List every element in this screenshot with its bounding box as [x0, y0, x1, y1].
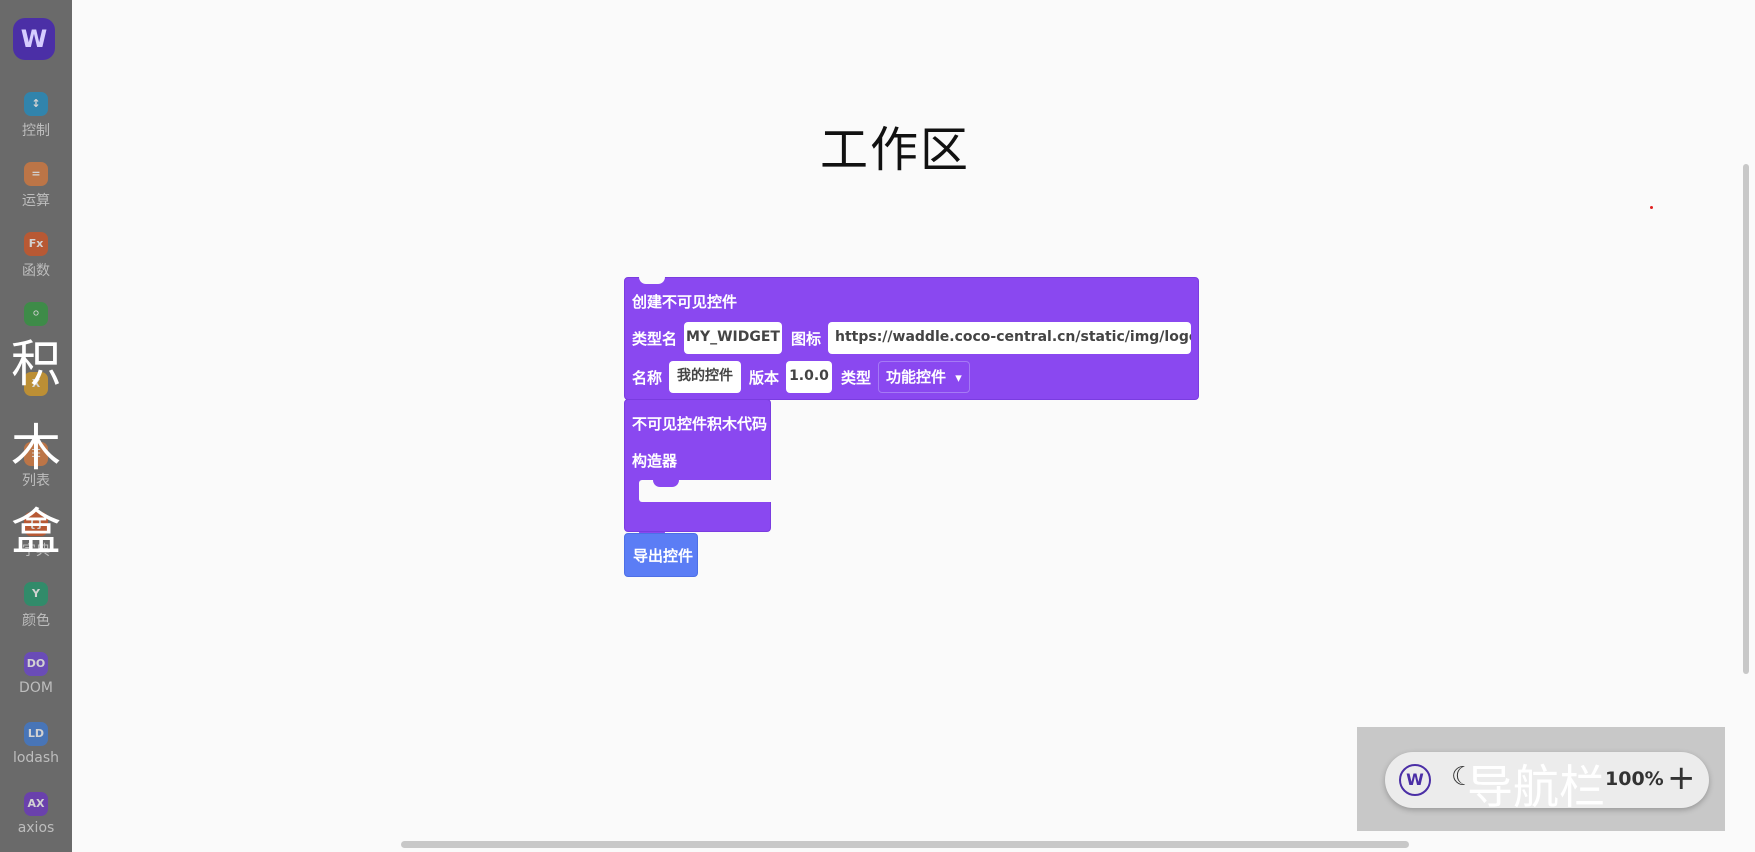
export-widget-label: 导出控件 — [633, 547, 694, 565]
widget-code-label: 不可见控件积木代码 — [632, 415, 768, 433]
navbar-overlay-label: 导航栏 — [1467, 760, 1605, 814]
category-item[interactable]: ↕ 控制 — [0, 92, 72, 152]
control-icon: ↕ — [24, 92, 48, 116]
category-item[interactable]: Y 颜色 — [0, 582, 72, 642]
app-logo[interactable]: W — [13, 18, 55, 60]
axios-icon: AX — [24, 792, 48, 816]
block-box-sidebar: W ↕ 控制 = 运算 Fx 函数 ⚪ X ☰ 列表{} 字典 Y 颜色 DO DOM LD lodash AX a… — [0, 0, 72, 852]
category-item[interactable]: Fx 函数 — [0, 232, 72, 292]
constructor-statement-slot[interactable] — [639, 480, 771, 502]
chevron-down-icon: ▾ — [955, 371, 962, 386]
lodash-icon: LD — [24, 722, 48, 746]
type-name-label: 类型名 — [632, 330, 678, 348]
category-item[interactable]: = 运算 — [0, 162, 72, 222]
create-widget-block[interactable]: 创建不可见控件 类型名 MY_WIDGET 图标 https://waddle.… — [624, 277, 1199, 400]
slot-notch — [653, 480, 679, 487]
type-name-field[interactable]: MY_WIDGET — [684, 322, 782, 354]
category-item[interactable]: AX axios — [0, 792, 72, 852]
category-label: 函数 — [22, 263, 50, 279]
navigation-bar-area: W ☾ − 100% + 导航栏 — [1357, 727, 1725, 831]
name-label: 名称 — [632, 369, 663, 387]
vertical-scrollbar[interactable] — [1743, 164, 1749, 674]
category-label: 颜色 — [22, 613, 50, 629]
category-item[interactable]: LD lodash — [0, 722, 72, 782]
sidebar-overlay-label: 积木盒 — [11, 335, 61, 561]
category-dropdown[interactable]: 功能控件 ▾ — [878, 361, 970, 393]
widget-code-block[interactable]: 不可见控件积木代码 构造器 — [624, 399, 771, 539]
color-icon: Y — [24, 582, 48, 606]
category-label: axios — [17, 820, 55, 836]
create-widget-header: 创建不可见控件 — [632, 293, 738, 311]
export-widget-block[interactable]: 导出控件 — [624, 533, 698, 577]
constructor-label: 构造器 — [632, 452, 678, 470]
zoom-level: 100% — [1605, 768, 1664, 790]
dom-icon: DO — [24, 652, 48, 676]
category-label: 类型 — [841, 369, 872, 387]
icon-url-field[interactable]: https://waddle.coco-central.cn/static/im… — [828, 322, 1191, 354]
icon-label: 图标 — [791, 330, 822, 348]
block-top-notch — [639, 277, 665, 284]
category-label: lodash — [12, 750, 60, 766]
category-label: 运算 — [22, 193, 50, 209]
nav-logo-icon[interactable]: W — [1399, 764, 1431, 796]
name-field[interactable]: 我的控件 — [669, 361, 741, 393]
category-label: 控制 — [22, 123, 50, 139]
category-dropdown-value: 功能控件 — [886, 368, 947, 386]
version-field[interactable]: 1.0.0 — [786, 361, 832, 393]
horizontal-scrollbar[interactable] — [401, 841, 1409, 848]
category-item[interactable]: DO DOM — [0, 652, 72, 712]
operator-icon: = — [24, 162, 48, 186]
workspace-title: 工作区 — [820, 122, 971, 178]
zoom-in-icon[interactable]: + — [1667, 758, 1696, 798]
cursor-marker — [1650, 206, 1653, 209]
function-icon: Fx — [24, 232, 48, 256]
category-label: DOM — [19, 680, 53, 696]
version-label: 版本 — [749, 369, 780, 387]
